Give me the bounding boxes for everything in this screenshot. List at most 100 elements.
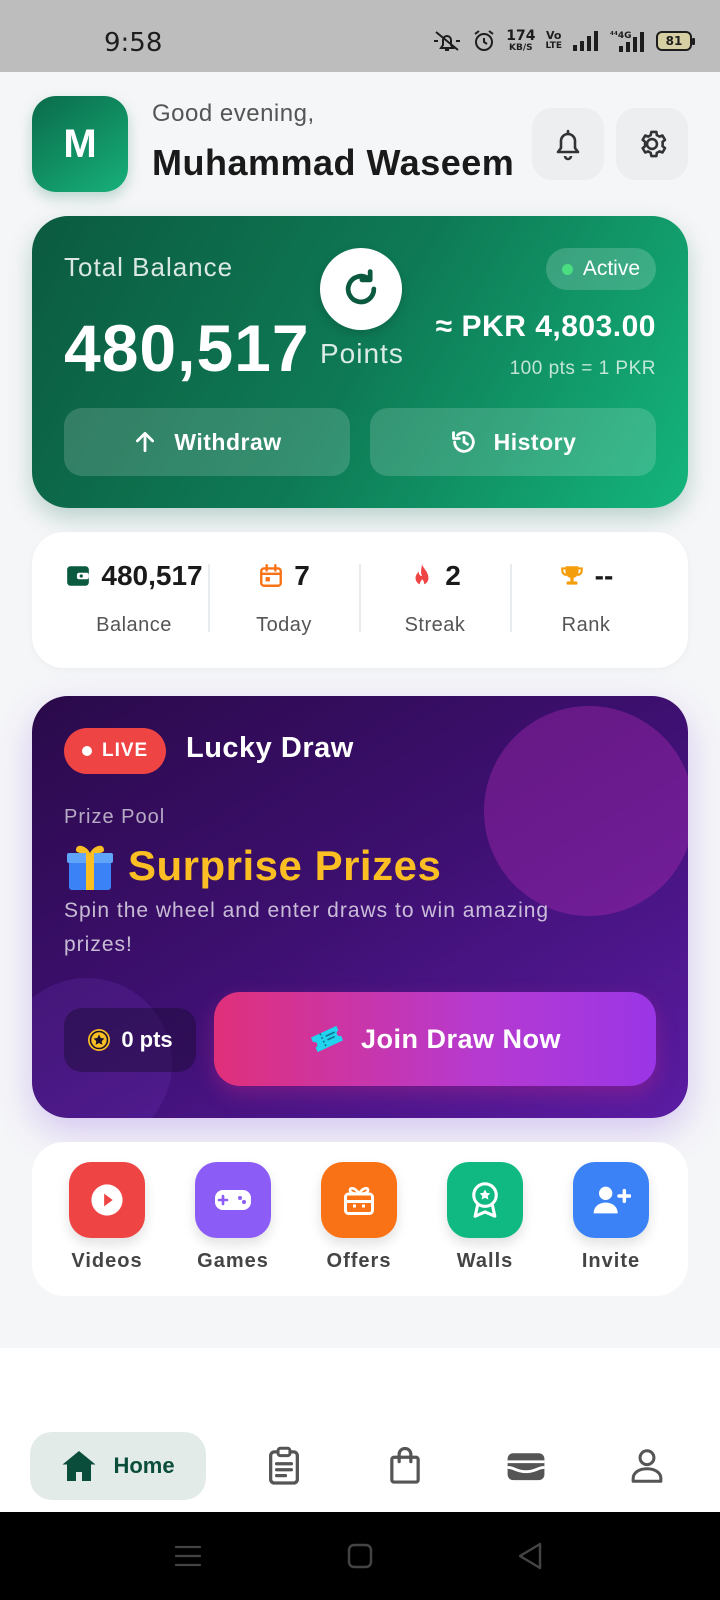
recents-button[interactable] <box>172 1540 204 1572</box>
trophy-icon <box>560 566 583 585</box>
status-time: 9:58 <box>104 28 163 58</box>
gift-icon <box>67 845 113 890</box>
live-badge: LIVE <box>64 728 167 774</box>
stat-balance: 480,517 Balance <box>59 532 209 668</box>
home-icon <box>62 1451 96 1481</box>
quick-action-games[interactable]: Games <box>183 1162 283 1273</box>
system-navigation-bar <box>0 1512 720 1600</box>
balance-label: Total Balance <box>64 252 234 282</box>
add-user-icon <box>593 1186 631 1214</box>
badge-icon <box>472 1182 498 1218</box>
bell-icon <box>556 129 580 161</box>
volte-indicator: Vo LTE <box>545 30 562 52</box>
signal-icon <box>573 31 598 51</box>
stat-today-label: Today <box>256 614 312 636</box>
quick-action-videos[interactable]: Videos <box>57 1162 157 1273</box>
quick-action-games-tile <box>195 1162 271 1238</box>
stat-today-value: 7 <box>294 560 310 591</box>
volte-bottom: LTE <box>545 41 562 51</box>
volte-top: Vo <box>545 29 562 42</box>
shopping-bag-icon <box>390 1447 420 1484</box>
refresh-button[interactable] <box>320 248 402 330</box>
quick-action-offers[interactable]: Offers <box>309 1162 409 1273</box>
network-speed-value: 174 <box>506 28 536 44</box>
network-speed-unit: KB/S <box>509 43 533 53</box>
lucky-draw-title: Lucky Draw <box>186 732 354 764</box>
play-icon <box>91 1184 123 1216</box>
quick-action-videos-label: Videos <box>71 1250 143 1272</box>
history-label: History <box>493 428 577 455</box>
gamepad-icon <box>215 1190 251 1210</box>
alarm-icon <box>474 30 494 51</box>
nav-home[interactable]: Home <box>30 1432 206 1500</box>
history-button[interactable]: History <box>370 408 656 476</box>
withdraw-button[interactable]: Withdraw <box>64 408 350 476</box>
quick-action-invite-tile <box>573 1162 649 1238</box>
prize-row: Surprise Prizes <box>64 840 441 892</box>
quick-action-offers-label: Offers <box>326 1250 392 1272</box>
conversion-rate: 100 pts = 1 PKR <box>509 358 656 379</box>
arrow-up-icon <box>136 431 155 453</box>
fire-icon <box>415 564 429 586</box>
settings-button[interactable] <box>616 108 688 180</box>
history-icon <box>451 431 475 453</box>
gift-box-icon <box>344 1186 374 1215</box>
balance-card: Total Balance Active 480,517 Points ≈ PK… <box>32 216 688 508</box>
svg-text:⁴⁴4G: ⁴⁴4G <box>610 31 632 41</box>
quick-action-walls-tile <box>447 1162 523 1238</box>
square-icon <box>347 1543 373 1569</box>
stat-balance-label: Balance <box>96 614 172 636</box>
points-balance: 480,517 <box>64 311 310 385</box>
profile-icon <box>631 1449 663 1483</box>
user-name: Muhammad Waseem <box>152 142 515 183</box>
nav-shop[interactable] <box>381 1442 429 1490</box>
quick-action-games-label: Games <box>197 1250 269 1272</box>
quick-action-offers-tile <box>321 1162 397 1238</box>
lucky-draw-card[interactable]: LIVE Lucky Draw Prize Pool Surprise Priz… <box>32 696 688 1118</box>
prize-title: Surprise Prizes <box>128 842 442 889</box>
stat-streak-value: 2 <box>445 560 461 591</box>
stat-balance-value: 480,517 <box>101 560 203 591</box>
prize-pool-label: Prize Pool <box>64 806 166 828</box>
battery-indicator: 81 <box>656 31 695 51</box>
quick-action-walls-label: Walls <box>456 1250 514 1272</box>
back-button[interactable] <box>514 1540 546 1572</box>
refresh-icon <box>345 269 377 305</box>
bottom-navigation: Home <box>0 1348 720 1512</box>
stat-streak: 2 Streak <box>360 532 510 668</box>
live-label: LIVE <box>102 740 149 761</box>
nav-home-label: Home <box>113 1453 175 1478</box>
nav-profile[interactable] <box>623 1442 671 1490</box>
draw-points-chip: 0 pts <box>64 1008 196 1072</box>
mute-icon <box>434 31 461 51</box>
stat-rank-label: Rank <box>561 614 611 636</box>
quick-action-videos-tile <box>69 1162 145 1238</box>
quick-action-invite-label: Invite <box>581 1250 641 1272</box>
status-icons: 174 KB/S Vo LTE ⁴⁴4G 81 <box>432 26 695 56</box>
gear-icon <box>641 130 667 158</box>
menu-icon <box>174 1545 202 1567</box>
back-triangle-icon <box>518 1542 542 1570</box>
stats-card: 480,517 Balance 7 Today 2 Streak -- Rank <box>32 532 688 668</box>
stat-rank-value: -- <box>594 560 614 591</box>
quick-action-walls[interactable]: Walls <box>435 1162 535 1273</box>
join-draw-label: Join Draw Now <box>360 1023 562 1054</box>
notifications-button[interactable] <box>532 108 604 180</box>
stat-streak-label: Streak <box>404 614 466 636</box>
avatar[interactable]: M <box>32 96 128 192</box>
quick-action-invite[interactable]: Invite <box>561 1162 661 1273</box>
star-coin-icon <box>88 1029 111 1051</box>
wallet-icon <box>507 1453 545 1481</box>
join-draw-button[interactable]: Join Draw Now <box>214 992 656 1086</box>
status-badge: Active <box>545 248 656 290</box>
nav-tasks[interactable] <box>260 1442 308 1490</box>
decorative-circle <box>484 706 688 916</box>
calendar-icon <box>260 563 283 587</box>
home-system-button[interactable] <box>344 1540 376 1572</box>
nav-wallet[interactable] <box>502 1442 550 1490</box>
status-bar: 9:58 174 KB/S Vo LTE ⁴⁴4G 81 <box>0 0 720 72</box>
status-text: Active <box>582 257 640 280</box>
ticket-icon <box>310 1025 344 1053</box>
lucky-draw-description: Spin the wheel and enter draws to win am… <box>64 899 550 956</box>
wallet-icon <box>67 566 90 586</box>
